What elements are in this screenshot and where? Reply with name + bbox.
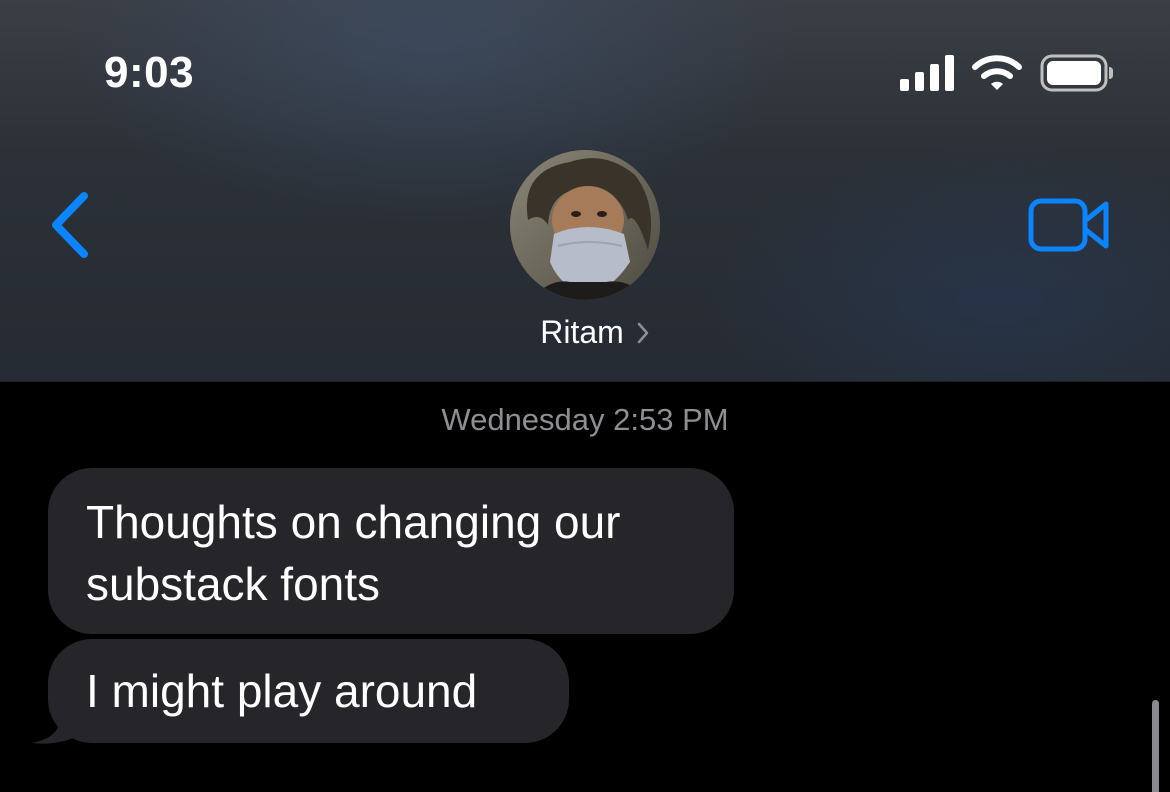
video-camera-icon — [1028, 198, 1109, 252]
messages-screen: 9:03 Ritam Wednesday 2:53 PM Thoughts on… — [0, 0, 1170, 792]
video-call-button[interactable] — [1028, 196, 1110, 254]
scrollbar[interactable] — [1152, 700, 1159, 792]
wifi-icon — [972, 55, 1022, 90]
status-time: 9:03 — [104, 48, 195, 97]
chevron-right-icon — [637, 322, 649, 343]
battery-icon — [1040, 54, 1113, 92]
avatar-photo — [510, 150, 660, 300]
message-bubble[interactable]: I might play around — [48, 639, 569, 743]
contact-details-button[interactable]: Ritam — [0, 314, 1170, 351]
contact-name: Ritam — [540, 314, 624, 350]
status-icons — [900, 54, 1114, 92]
message-timestamp: Wednesday 2:53 PM — [441, 402, 729, 437]
conversation-header: 9:03 Ritam — [0, 0, 1170, 382]
contact-avatar[interactable] — [510, 150, 660, 300]
message-bubble[interactable]: Thoughts on changing our substack fonts — [48, 468, 734, 634]
back-button[interactable] — [46, 190, 94, 260]
cellular-signal-icon — [900, 55, 954, 91]
chevron-left-icon — [52, 192, 88, 258]
